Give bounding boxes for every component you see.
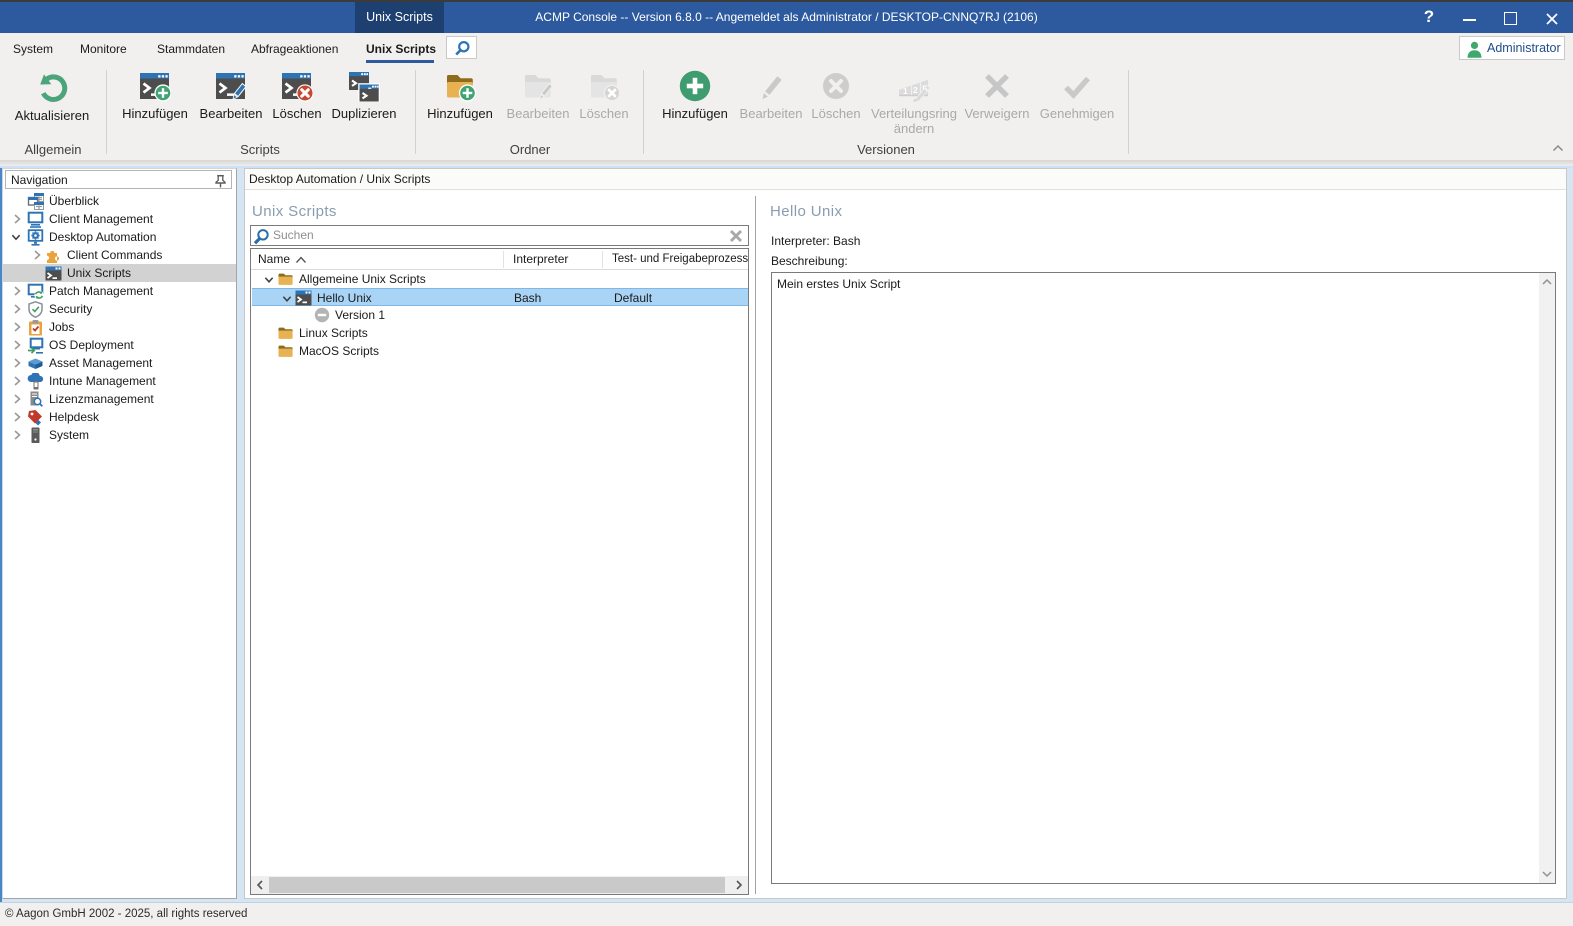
svg-text:2: 2 xyxy=(913,85,918,95)
svg-text:1: 1 xyxy=(903,86,908,96)
